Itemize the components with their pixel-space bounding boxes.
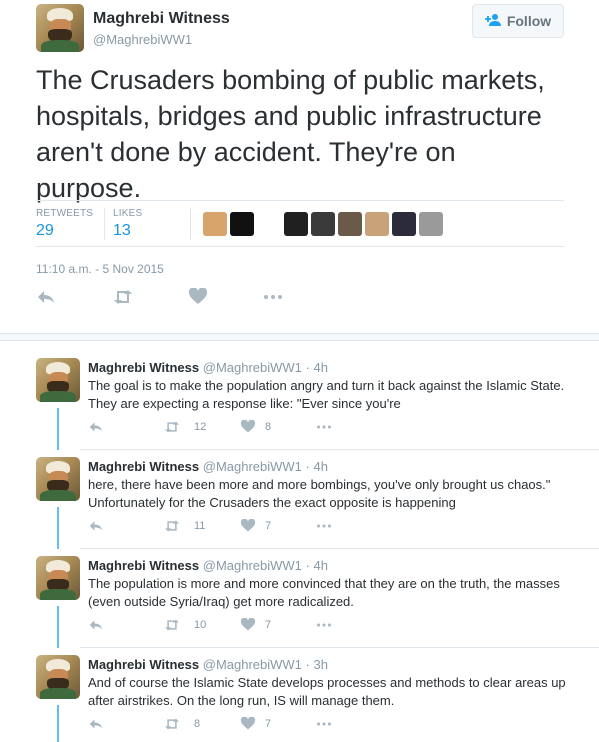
reply-handle-time[interactable]: @MaghrebiWW1 · 3h: [203, 657, 328, 672]
likes-count[interactable]: 13: [113, 222, 142, 240]
reply-like-count: 7: [265, 520, 272, 532]
liker-avatar-6[interactable]: [365, 212, 389, 236]
liker-avatar-1[interactable]: [203, 212, 227, 236]
heart-icon[interactable]: [240, 716, 256, 731]
section-divider: [0, 333, 599, 341]
liker-avatar-3[interactable]: [284, 212, 308, 236]
author-name[interactable]: Maghrebi Witness: [93, 10, 230, 28]
stats-divider-bottom: [36, 246, 564, 247]
retweet-icon[interactable]: [113, 288, 133, 306]
heart-icon[interactable]: [188, 287, 208, 306]
retweets-count[interactable]: 29: [36, 222, 93, 240]
more-icon[interactable]: [316, 519, 332, 533]
reply-header: Maghrebi Witness @MaghrebiWW1 · 3h: [88, 657, 328, 672]
stats-divider: [190, 208, 191, 240]
tweet-actions: [36, 287, 336, 308]
reply-icon[interactable]: [36, 288, 56, 306]
reply-tweet[interactable]: Maghrebi Witness @MaghrebiWW1 · 3h And o…: [0, 647, 599, 742]
reply-avatar[interactable]: [36, 457, 80, 501]
retweet-icon[interactable]: [164, 618, 180, 632]
retweets-label: RETWEETS: [36, 208, 94, 219]
reply-retweet-count: 11: [194, 520, 206, 532]
heart-icon[interactable]: [240, 419, 256, 434]
more-icon[interactable]: [316, 618, 332, 632]
author-avatar[interactable]: [36, 4, 84, 52]
reply-header: Maghrebi Witness @MaghrebiWW1 · 4h: [88, 360, 328, 375]
reply-author-name[interactable]: Maghrebi Witness: [88, 459, 199, 474]
reply-handle-time[interactable]: @MaghrebiWW1 · 4h: [203, 558, 328, 573]
liker-avatar-8[interactable]: [419, 212, 443, 236]
reply-author-name[interactable]: Maghrebi Witness: [88, 360, 199, 375]
retweet-icon[interactable]: [164, 519, 180, 533]
tweet-text: The Crusaders bombing of public markets,…: [36, 65, 545, 203]
reply-text: The goal is to make the population angry…: [88, 378, 565, 411]
reply-actions: 10 7: [88, 617, 348, 633]
liker-avatar-7[interactable]: [392, 212, 416, 236]
follow-button[interactable]: Follow: [472, 4, 564, 38]
reply-actions: 8 7: [88, 716, 348, 732]
reply-like-count: 7: [265, 619, 272, 631]
follow-label: Follow: [506, 13, 552, 29]
reply-avatar[interactable]: [36, 358, 80, 402]
reply-header: Maghrebi Witness @MaghrebiWW1 · 4h: [88, 558, 328, 573]
retweet-icon[interactable]: [164, 420, 180, 434]
reply-text: And of course the Islamic State develops…: [88, 675, 566, 708]
reply-icon[interactable]: [88, 618, 104, 632]
reply-like-count: 8: [265, 421, 272, 433]
stats-divider: [104, 208, 105, 240]
reply-icon[interactable]: [88, 717, 104, 731]
add-user-icon: [484, 13, 501, 30]
heart-icon[interactable]: [240, 617, 256, 632]
thread-line: [57, 408, 59, 450]
likes-stat[interactable]: LIKES 13: [113, 208, 142, 240]
thread-line: [57, 705, 59, 742]
reply-handle-time[interactable]: @MaghrebiWW1 · 4h: [203, 459, 328, 474]
reply-author-name[interactable]: Maghrebi Witness: [88, 558, 199, 573]
reply-text: here, there have been more and more bomb…: [88, 477, 551, 510]
liker-avatar-5[interactable]: [338, 212, 362, 236]
liker-avatar-4[interactable]: [311, 212, 335, 236]
reply-icon[interactable]: [88, 519, 104, 533]
reply-tweet[interactable]: Maghrebi Witness @MaghrebiWW1 · 4h The p…: [0, 548, 599, 648]
reply-actions: 12 8: [88, 419, 348, 435]
more-icon[interactable]: [316, 420, 332, 434]
stats-divider-top: [36, 200, 564, 201]
reply-retweet-count: 8: [194, 718, 201, 730]
reply-icon[interactable]: [88, 420, 104, 434]
reply-text: The population is more and more convince…: [88, 576, 560, 609]
reply-retweet-count: 10: [194, 619, 207, 631]
reply-avatar[interactable]: [36, 655, 80, 699]
reply-header: Maghrebi Witness @MaghrebiWW1 · 4h: [88, 459, 328, 474]
reply-author-name[interactable]: Maghrebi Witness: [88, 657, 199, 672]
reply-tweet[interactable]: Maghrebi Witness @MaghrebiWW1 · 4h The g…: [0, 350, 599, 450]
thread-line: [57, 507, 59, 549]
more-icon[interactable]: [263, 288, 283, 306]
reply-handle-time[interactable]: @MaghrebiWW1 · 4h: [203, 360, 328, 375]
thread-line: [57, 606, 59, 648]
reply-actions: 11 7: [88, 518, 348, 534]
reply-tweet[interactable]: Maghrebi Witness @MaghrebiWW1 · 4h here,…: [0, 449, 599, 549]
tweet-timestamp[interactable]: 11:10 a.m. - 5 Nov 2015: [36, 262, 164, 276]
retweet-icon[interactable]: [164, 717, 180, 731]
retweets-stat[interactable]: RETWEETS 29: [36, 208, 93, 240]
heart-icon[interactable]: [240, 518, 256, 533]
reply-retweet-count: 12: [194, 421, 207, 433]
likes-label: LIKES: [113, 208, 143, 219]
more-icon[interactable]: [316, 717, 332, 731]
reply-avatar[interactable]: [36, 556, 80, 600]
author-handle[interactable]: @MaghrebiWW1: [93, 32, 192, 47]
liker-avatar-2[interactable]: [230, 212, 254, 236]
reply-like-count: 7: [265, 718, 272, 730]
